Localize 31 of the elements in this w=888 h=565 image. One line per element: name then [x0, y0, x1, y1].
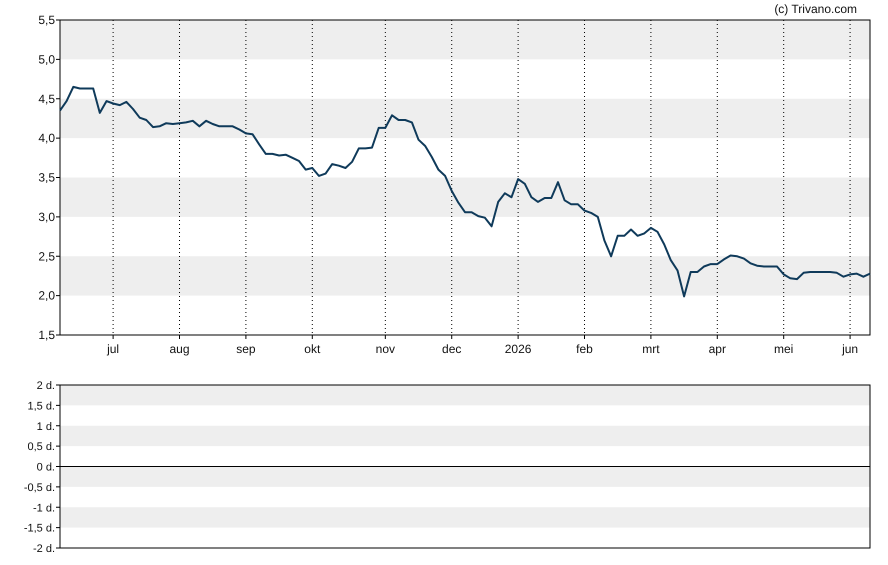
x-axis-label: jul — [107, 342, 120, 356]
y-axis-label: 1,5 — [38, 328, 55, 342]
x-axis-label: sep — [236, 342, 256, 356]
y-axis-label: -1 d. — [32, 502, 55, 514]
y-axis-label: -1,5 d. — [24, 522, 55, 535]
y-axis-label: 0 d. — [36, 462, 55, 474]
x-axis-label: mrt — [642, 342, 660, 356]
y-axis-label: 2 d. — [36, 380, 55, 392]
y-axis-label: 2,0 — [38, 288, 55, 303]
x-axis-label: dec — [442, 342, 462, 356]
y-axis-label: 2,5 — [38, 249, 55, 264]
y-axis-label: -0,5 d. — [24, 482, 55, 494]
x-axis-label: 2026 — [504, 342, 532, 356]
y-axis-label: 4,0 — [38, 131, 55, 146]
y-axis-label: 4,5 — [38, 92, 55, 106]
y-axis-label: 3,0 — [38, 210, 55, 224]
y-axis-label: 5,5 — [38, 13, 55, 27]
y-axis-label: 5,0 — [38, 52, 55, 66]
x-axis-label: okt — [304, 342, 320, 356]
y-axis-label: 1 d. — [36, 420, 55, 433]
x-axis-label: nov — [376, 342, 395, 356]
y-axis-label: -2 d. — [32, 543, 55, 555]
copyright-text: (c) Trivano.com — [774, 2, 857, 16]
y-axis-label: 0,5 d. — [27, 441, 55, 454]
x-axis-label: feb — [576, 342, 593, 356]
x-axis-label: apr — [708, 342, 726, 356]
y-axis-label: 1,5 d. — [27, 400, 55, 412]
x-axis-label: mei — [774, 342, 794, 356]
x-axis-label: jun — [842, 342, 858, 356]
y-axis-label: 3,5 — [38, 170, 55, 184]
x-axis-label: aug — [170, 342, 190, 356]
